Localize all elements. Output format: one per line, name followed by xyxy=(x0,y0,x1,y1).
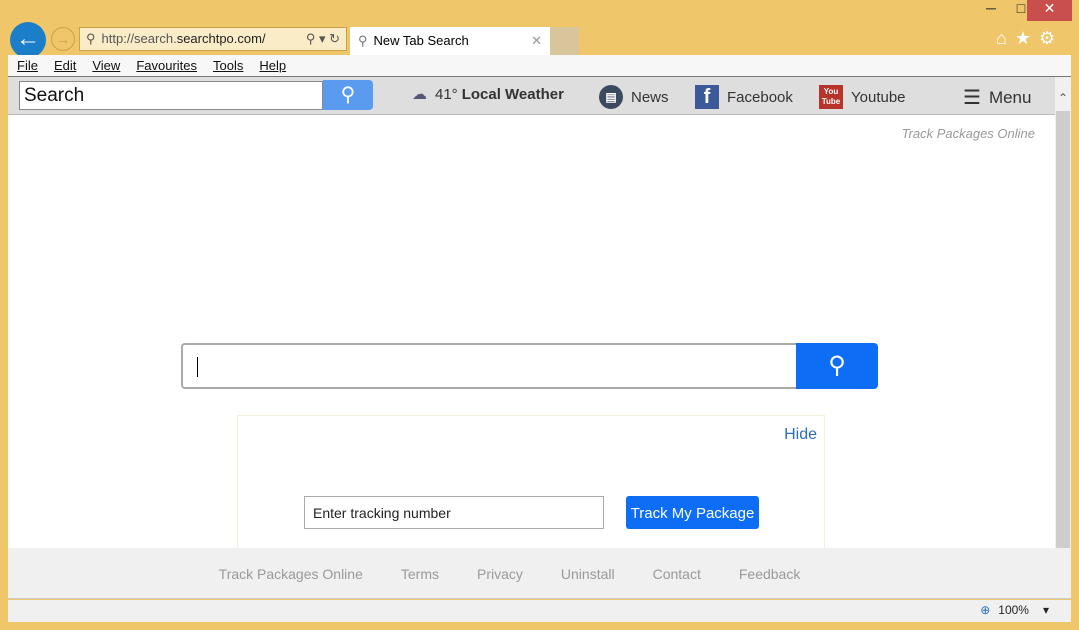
refresh-icon[interactable]: ⚲ ▾ ↻ xyxy=(306,31,340,47)
menu-view[interactable]: View xyxy=(92,58,120,73)
main-search-button[interactable]: ⚲ xyxy=(796,343,878,389)
menu-favourites[interactable]: Favourites xyxy=(136,58,197,73)
tab-new-tab-search[interactable]: ⚲ New Tab Search ✕ xyxy=(350,27,550,55)
menu-edit[interactable]: Edit xyxy=(54,58,76,73)
footer-feedback[interactable]: Feedback xyxy=(739,566,800,598)
page-content: Track Packages Online ⚲ Hide Enter track… xyxy=(8,115,1055,548)
menu-label: Menu xyxy=(988,87,1032,107)
back-button[interactable]: ← xyxy=(10,22,46,58)
facebook-icon: f xyxy=(695,85,719,109)
menu-help[interactable]: Help xyxy=(259,58,286,73)
youtube-icon: You Tube xyxy=(819,85,843,109)
text-caret xyxy=(197,357,198,377)
home-icon[interactable]: ⌂ xyxy=(996,28,1007,49)
footer-uninstall[interactable]: Uninstall xyxy=(561,566,615,598)
status-bar: ⊕ 100% ▾ xyxy=(8,600,1071,622)
menu-bar: File Edit View Favourites Tools Help xyxy=(8,55,1071,77)
search-icon: ⚲ xyxy=(358,33,368,48)
new-tab-button[interactable] xyxy=(550,27,579,55)
forward-button[interactable]: → xyxy=(51,27,75,51)
toolbar-search-button[interactable]: ⚲ xyxy=(323,80,373,110)
scrollbar-thumb[interactable] xyxy=(1056,111,1070,548)
weather-icon: ☁ xyxy=(412,86,427,103)
zoom-icon: ⊕ xyxy=(980,603,991,617)
zoom-control[interactable]: ⊕ 100% ▾ xyxy=(980,603,1049,617)
gear-icon[interactable]: ⚙ xyxy=(1039,28,1055,49)
extension-toolbar: Search ⚲ ☁ 41° Local Weather ▤ News f Fac… xyxy=(8,77,1055,115)
tab-title: New Tab Search xyxy=(373,33,469,48)
youtube-label: Youtube xyxy=(851,88,906,106)
zoom-level: 100% xyxy=(998,603,1029,617)
weather-link[interactable]: ☁ 41° Local Weather xyxy=(412,85,564,104)
footer-track-packages[interactable]: Track Packages Online xyxy=(219,566,363,598)
menu-tools[interactable]: Tools xyxy=(213,58,243,73)
news-label: News xyxy=(631,88,669,106)
footer-contact[interactable]: Contact xyxy=(653,566,701,598)
weather-label: Local Weather xyxy=(461,85,564,103)
news-icon: ▤ xyxy=(599,85,623,109)
chevron-down-icon[interactable]: ▾ xyxy=(1043,603,1049,617)
close-window-button[interactable]: ✕ xyxy=(1027,0,1072,21)
track-package-button[interactable]: Track My Package xyxy=(626,496,759,529)
footer-terms[interactable]: Terms xyxy=(401,566,439,598)
youtube-link[interactable]: You Tube Youtube xyxy=(819,85,906,109)
toolbar-search-input[interactable]: Search xyxy=(19,81,323,110)
close-tab-icon[interactable]: ✕ xyxy=(531,33,542,49)
star-icon[interactable]: ★ xyxy=(1015,28,1031,49)
menu-file[interactable]: File xyxy=(17,58,38,73)
footer-privacy[interactable]: Privacy xyxy=(477,566,523,598)
facebook-label: Facebook xyxy=(727,88,793,106)
track-packages-link[interactable]: Track Packages Online xyxy=(902,126,1035,141)
search-icon: ⚲ xyxy=(86,31,96,46)
footer: Track Packages Online Terms Privacy Unin… xyxy=(8,548,1071,599)
url-text: http://search.searchtpo.com/ xyxy=(101,31,266,46)
package-tracking-panel: Hide Enter tracking number Track My Pack… xyxy=(237,415,825,548)
address-bar[interactable]: ⚲ http://search.searchtpo.com/ ⚲ ▾ ↻ xyxy=(79,27,347,51)
scroll-up-icon[interactable]: ⌃ xyxy=(1055,91,1071,105)
main-search-input[interactable] xyxy=(181,343,797,389)
minimize-button[interactable]: ─ xyxy=(976,0,1006,21)
news-link[interactable]: ▤ News xyxy=(599,85,669,109)
hide-link[interactable]: Hide xyxy=(784,426,817,444)
temperature: 41° xyxy=(435,85,458,103)
tracking-number-input[interactable]: Enter tracking number xyxy=(304,496,604,529)
menu-button[interactable]: ☰ Menu xyxy=(963,85,1031,110)
facebook-link[interactable]: f Facebook xyxy=(695,85,793,109)
hamburger-icon: ☰ xyxy=(963,87,981,109)
